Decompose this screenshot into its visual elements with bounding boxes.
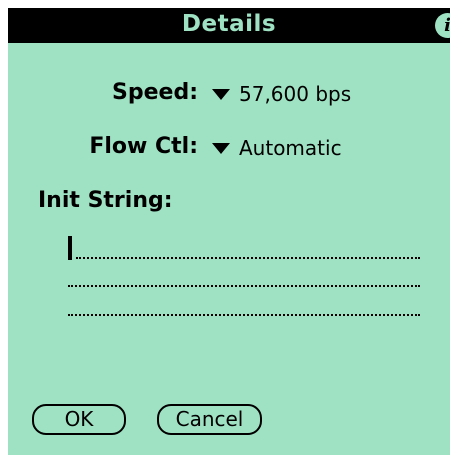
flow-control-value: Automatic [239,136,342,160]
details-dialog: Details i Speed: 57,600 bps Flow Ctl: Au… [8,8,450,455]
flow-control-label: Flow Ctl: [89,134,198,159]
ok-button[interactable]: OK [32,404,126,435]
flow-control-popup-trigger[interactable]: Automatic [212,136,342,160]
field-underline [68,285,420,287]
field-underline [76,257,420,259]
cancel-button[interactable]: Cancel [157,404,262,435]
text-cursor [68,236,72,260]
dropdown-triangle-icon [212,142,230,154]
speed-popup-trigger[interactable]: 57,600 bps [212,82,351,106]
init-string-label: Init String: [38,188,173,213]
dropdown-triangle-icon [212,88,230,100]
speed-value: 57,600 bps [239,82,352,106]
speed-label: Speed: [112,80,198,105]
title-bar: Details i [8,8,450,43]
field-underline [68,314,420,316]
init-string-field[interactable] [66,236,420,326]
dialog-title: Details [181,11,277,37]
